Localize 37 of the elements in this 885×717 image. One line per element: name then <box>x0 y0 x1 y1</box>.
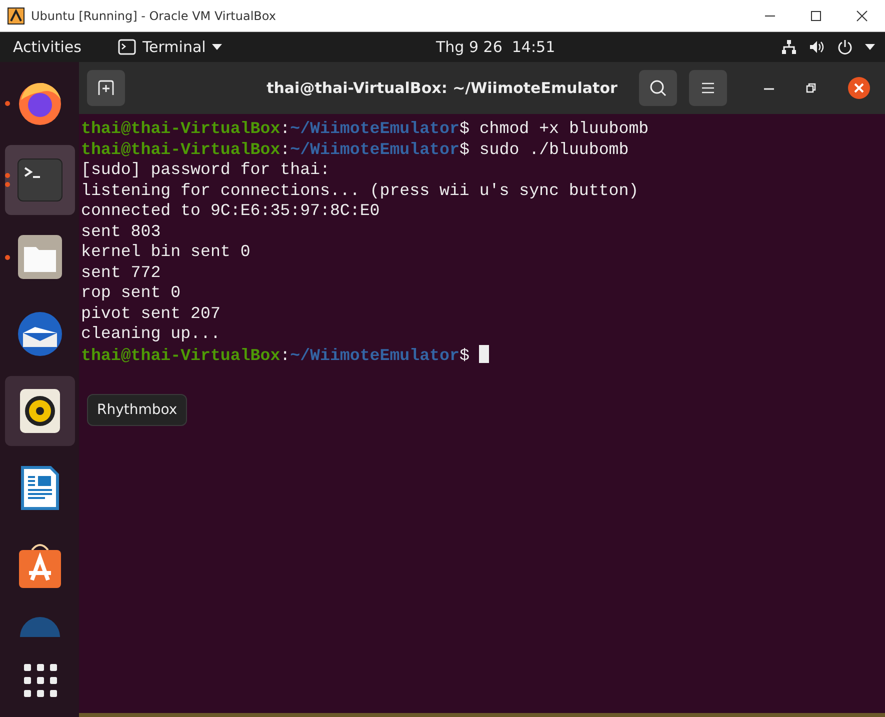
terminal-title: thai@thai-VirtualBox: ~/WiimoteEmulator <box>266 79 618 97</box>
power-icon[interactable] <box>837 39 853 55</box>
prompt-line: thai@thai-VirtualBox:~/WiimoteEmulator$ <box>81 344 490 366</box>
output-line: pivot sent 207 <box>81 304 220 324</box>
menu-icon <box>701 82 715 94</box>
terminal-icon <box>118 39 136 55</box>
app-grid-icon <box>22 662 58 698</box>
minimize-icon <box>764 14 776 16</box>
output-line: sent 803 <box>81 222 161 242</box>
prompt-line: thai@thai-VirtualBox:~/WiimoteEmulator$ sudo ./bluubomb <box>81 140 629 160</box>
search-button[interactable] <box>639 70 677 106</box>
output-line: sent 772 <box>81 262 161 283</box>
output-line: cleaning up... <box>81 324 220 344</box>
restore-icon <box>805 82 817 94</box>
activities-button[interactable]: Activities <box>0 32 94 62</box>
output-line: connected to 9C:E6:35:97:8C:E0 <box>81 201 380 222</box>
caret-icon <box>212 44 222 50</box>
close-icon <box>847 76 871 100</box>
volume-icon[interactable] <box>809 39 825 55</box>
tooltip: Rhythmbox <box>87 394 188 426</box>
dock-item[interactable] <box>4 376 74 446</box>
new-tab-button[interactable] <box>87 70 125 106</box>
output-line: [sudo] password for thai: <box>81 160 330 180</box>
output-line: listening for connections... (press wii u's sync button) <box>81 180 639 201</box>
caret-icon[interactable] <box>865 44 875 50</box>
network-wired-icon[interactable] <box>781 39 797 55</box>
maximize-icon <box>810 10 822 22</box>
close-icon <box>856 10 868 22</box>
terminal-app-menu[interactable]: Terminal <box>118 38 222 56</box>
new-tab-icon <box>97 80 115 96</box>
clock-button[interactable]: Thg 9 26 14:51 <box>430 37 562 57</box>
menu-button[interactable] <box>689 70 727 106</box>
prompt-line: thai@thai-VirtualBox:~/WiimoteEmulator$ chmod +x bluubomb <box>81 119 649 140</box>
search-icon <box>649 79 667 97</box>
output-line: kernel bin sent 0 <box>81 242 250 262</box>
window-title: Ubuntu [Running] - Oracle VM VirtualBox <box>31 8 277 22</box>
output-line: rop sent 0 <box>81 283 181 304</box>
